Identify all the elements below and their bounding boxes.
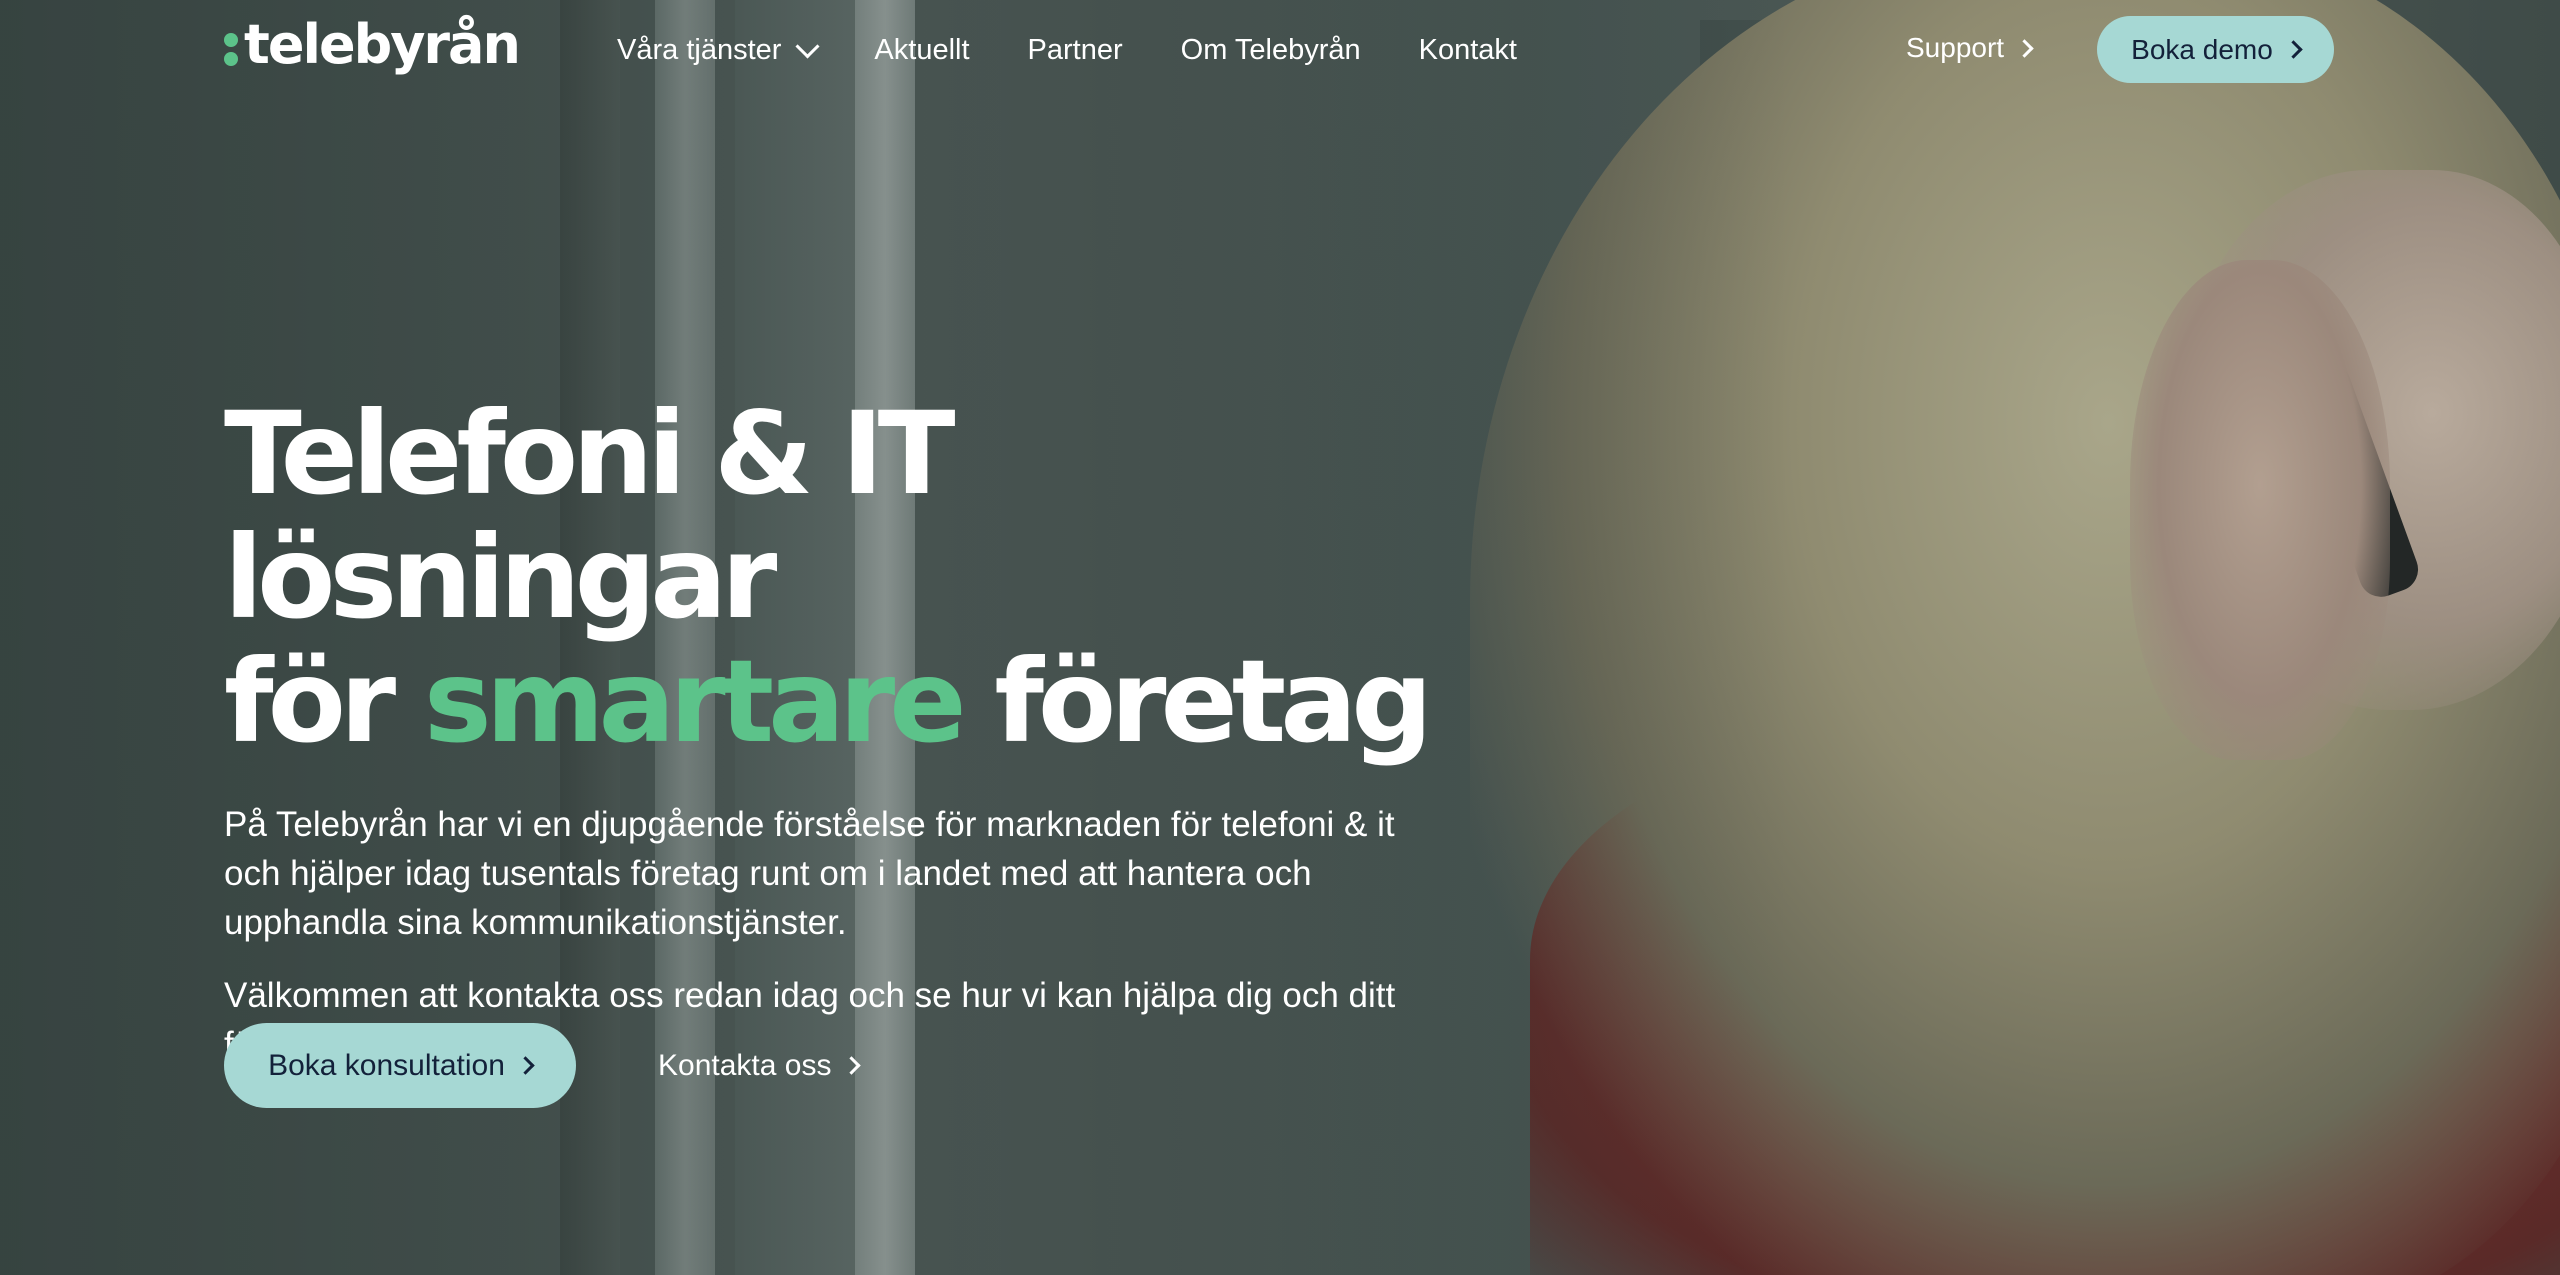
nav-item-om-telebyran[interactable]: Om Telebyrån [1181,34,1361,67]
hero-description: På Telebyrån har vi en djupgående förstå… [224,805,1395,942]
site-header: telebyrån Våra tjänster Aktuellt Partner… [0,0,2560,100]
telebyran-logo[interactable]: telebyrån [224,13,521,76]
support-link[interactable]: Support [1906,32,2034,64]
logo-dots-icon [224,32,238,66]
nav-item-aktuellt[interactable]: Aktuellt [874,34,969,67]
contact-us-label: Kontakta oss [658,1048,832,1082]
nav-item-vara-tjanster[interactable]: Våra tjänster [617,34,820,67]
book-demo-label: Boka demo [2131,33,2273,65]
main-navigation: Våra tjänster Aktuellt Partner Om Teleby… [617,34,1575,67]
chevron-right-icon [2015,38,2034,58]
hero-title-start: för [224,635,396,768]
hero-title-line1: Telefoni & IT lösningar [224,387,955,644]
book-demo-button[interactable]: Boka demo [2097,16,2334,83]
nav-item-label: Våra tjänster [617,34,782,66]
support-label: Support [1906,32,2005,63]
chevron-right-icon [2284,40,2303,59]
contact-us-link[interactable]: Kontakta oss [658,1048,862,1083]
nav-item-partner[interactable]: Partner [1028,34,1123,67]
book-consultation-label: Boka konsultation [268,1048,505,1082]
hero-title: Telefoni & IT lösningar för smartare för… [224,392,1524,764]
book-consultation-button[interactable]: Boka konsultation [224,1023,576,1108]
hero-title-accent: smartare [423,635,967,768]
nav-item-kontakt[interactable]: Kontakt [1419,34,1517,67]
chevron-down-icon [795,34,820,59]
chevron-right-icon [516,1056,535,1075]
hero-section: Telefoni & IT lösningar för smartare för… [224,392,1524,1069]
logo-wordmark: telebyrån [244,13,521,76]
hero-title-end: företag [994,635,1432,768]
hero-cta-row: Boka konsultation Kontakta oss [224,1023,862,1108]
chevron-right-icon [842,1056,862,1075]
